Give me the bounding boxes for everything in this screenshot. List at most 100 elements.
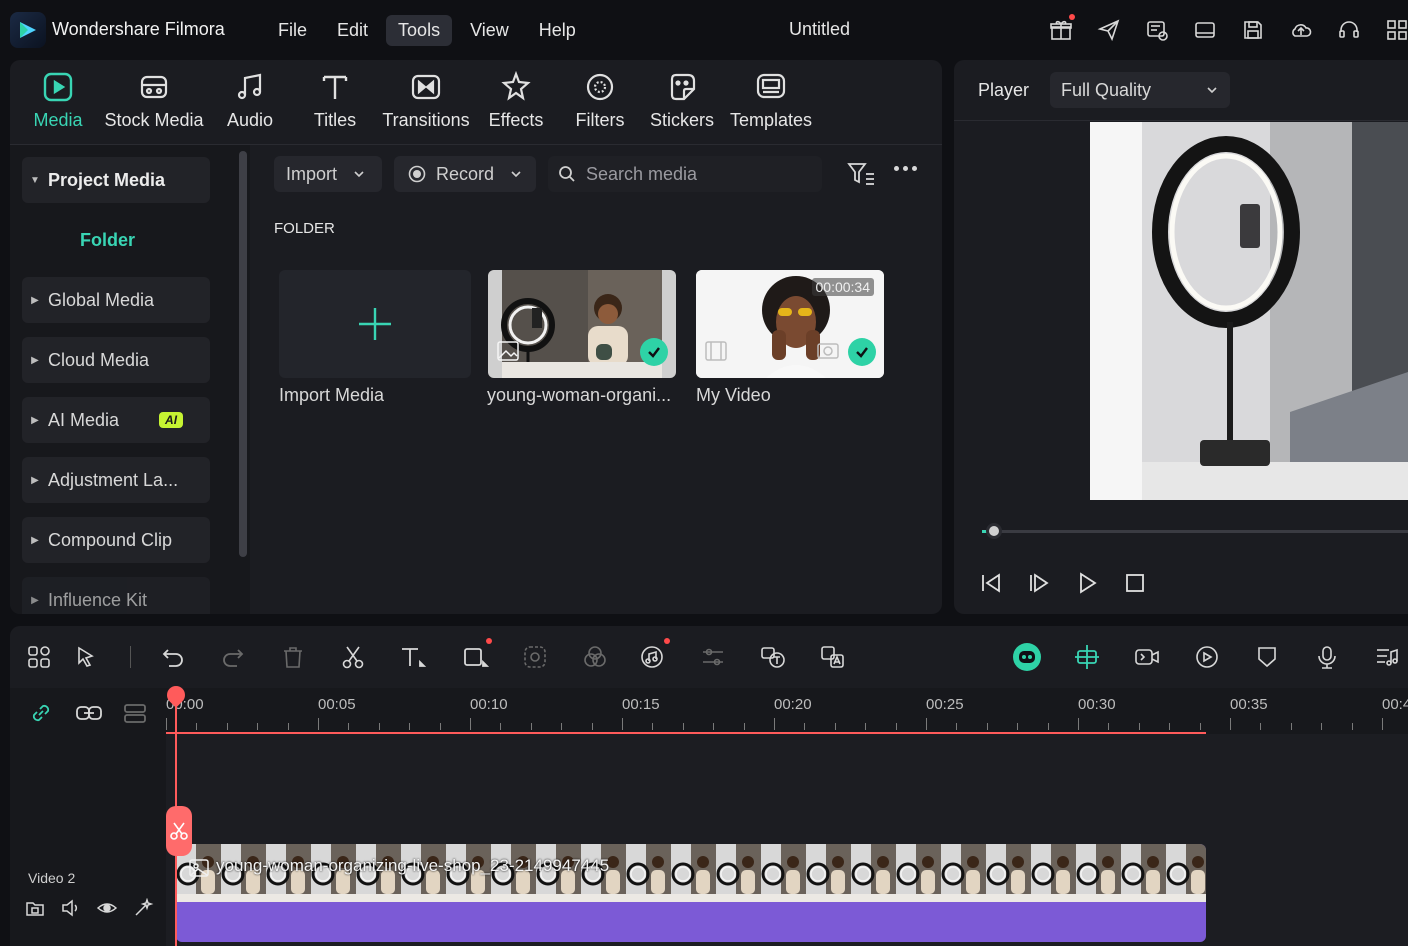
import-dropdown[interactable]: Import [274,156,382,192]
timeline-ruler[interactable]: 00:00 00:05 00:10 00:15 00:20 00:25 00:3… [166,688,1408,734]
microphone-icon[interactable] [1312,642,1342,672]
prev-frame-icon[interactable] [978,570,1004,596]
tab-stickers[interactable]: Stickers [650,60,714,144]
eye-icon[interactable] [96,898,118,918]
caret-right-icon: ▶ [31,294,39,306]
next-frame-icon[interactable] [1026,570,1052,596]
auto-reframe-icon[interactable] [1192,642,1222,672]
ai-copilot-icon[interactable] [1012,642,1042,672]
folder-lock-icon[interactable] [24,898,46,918]
tab-media[interactable]: Media [28,60,88,144]
tab-templates[interactable]: Templates [730,60,812,144]
sidebar-item-adjustment-layer[interactable]: ▶ Adjustment La... [22,457,210,503]
clip-frame-thumbnail [626,844,671,902]
more-options-icon[interactable] [894,166,917,171]
layout-icon[interactable] [1188,14,1222,46]
cloud-upload-icon[interactable] [1284,14,1318,46]
sidebar-item-influence-kit[interactable]: ▶ Influence Kit [22,577,210,614]
caret-right-icon: ▶ [31,414,39,426]
clip-frame-thumbnail [1031,844,1076,902]
filter-sort-icon[interactable] [846,160,876,188]
project-settings-icon[interactable] [1140,14,1174,46]
record-dropdown[interactable]: Record [394,156,536,192]
image-type-icon [496,340,520,362]
stop-icon[interactable] [1122,570,1148,596]
ruler-tick [1260,723,1262,730]
cut-scissors-icon[interactable] [338,642,368,672]
color-blend-icon[interactable] [580,642,610,672]
menu-edit[interactable]: Edit [325,15,380,46]
quality-dropdown[interactable]: Full Quality [1050,72,1230,108]
link-icon[interactable] [28,700,54,726]
clip-frame-thumbnail [1076,844,1121,902]
media-toolbar: Import Record [274,156,934,192]
top-icons [1044,14,1408,46]
magic-wand-icon[interactable] [132,898,154,918]
ruler-tick [956,723,958,730]
tab-effects[interactable]: Effects [486,60,546,144]
ruler-tick [1017,723,1019,730]
sidebar-item-folder[interactable]: Folder [80,230,135,251]
menu-view[interactable]: View [458,15,521,46]
redo-icon[interactable] [218,642,248,672]
tab-audio[interactable]: Audio [222,60,278,144]
ai-audio-icon[interactable] [638,638,670,672]
sidebar-item-ai-media[interactable]: ▶ AI Media AI [22,397,210,443]
ruler-tick [1047,723,1049,730]
support-headset-icon[interactable] [1332,14,1366,46]
menu-file[interactable]: File [266,15,319,46]
layout-grid-icon[interactable] [24,642,54,672]
snap-guide-icon[interactable] [1072,642,1102,672]
search-input[interactable] [586,163,806,185]
gift-icon[interactable] [1044,14,1078,46]
media-thumb-my-video[interactable]: 00:00:34 [696,270,884,378]
sidebar-scrollbar[interactable] [239,151,247,557]
tab-transitions[interactable]: Transitions [382,60,470,144]
video-clip[interactable]: young-woman-organizing-live-shop_23-2149… [176,844,1206,942]
media-icon [42,70,74,104]
tab-titles[interactable]: Titles [308,60,362,144]
send-icon[interactable] [1092,14,1126,46]
ai-video-icon[interactable] [1132,642,1162,672]
crop-shape-icon[interactable] [460,638,492,672]
sidebar-item-project-media[interactable]: ▼ Project Media [22,157,210,203]
adjust-sliders-icon[interactable] [698,642,728,672]
filmora-logo-icon [10,12,46,48]
apps-grid-icon[interactable] [1380,14,1408,46]
undo-icon[interactable] [158,642,188,672]
text-tool-icon[interactable] [398,642,428,672]
sidebar-item-global-media[interactable]: ▶ Global Media [22,277,210,323]
caret-right-icon: ▶ [31,594,39,606]
clip-frame-thumbnail [986,844,1031,902]
delete-icon[interactable] [278,642,308,672]
ai-cutout-icon[interactable] [520,642,550,672]
speech-to-text-icon[interactable] [758,642,788,672]
track-name: Video 2 [28,870,76,886]
split-scissors-handle[interactable] [166,806,192,856]
shield-marker-icon[interactable] [1252,642,1282,672]
ruler-label: 00:20 [774,696,812,713]
media-thumb-young-woman[interactable] [488,270,676,378]
track-layout-icon[interactable] [122,700,148,726]
menu-tools[interactable]: Tools [386,15,453,46]
play-icon[interactable] [1074,570,1100,596]
tab-stock-media[interactable]: Stock Media [104,60,204,144]
select-pointer-icon[interactable] [72,642,102,672]
sidebar-item-cloud-media[interactable]: ▶ Cloud Media [22,337,210,383]
linked-clip-icon[interactable] [74,700,104,726]
sidebar-item-compound-clip[interactable]: ▶ Compound Clip [22,517,210,563]
import-media-tile[interactable] [279,270,471,378]
video-preview[interactable] [1090,122,1408,500]
progress-track[interactable] [982,530,1408,533]
audio-list-icon[interactable] [1372,642,1402,672]
ruler-tick [774,718,775,730]
save-icon[interactable] [1236,14,1270,46]
progress-knob[interactable] [986,523,1002,539]
ruler-label: 00:30 [1078,696,1116,713]
menu-help[interactable]: Help [527,15,588,46]
tab-filters[interactable]: Filters [572,60,628,144]
caret-right-icon: ▶ [31,354,39,366]
volume-icon[interactable] [60,898,82,918]
ruler-label: 00:25 [926,696,964,713]
translate-icon[interactable] [818,642,848,672]
